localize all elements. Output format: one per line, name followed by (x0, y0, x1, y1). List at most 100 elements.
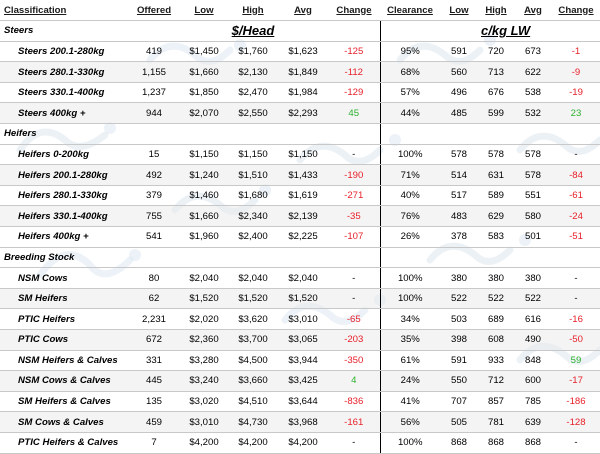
table-row: PTIC Heifers & Calves 7 $4,200 $4,200 $4,200… (0, 432, 600, 454)
cell-avg: $4,200 (278, 432, 328, 454)
col-low-lw: Low (440, 0, 478, 22)
cell-avg2: 639 (514, 411, 552, 433)
cell-high2: 578 (478, 144, 514, 166)
cell-offered: 135 (128, 391, 180, 413)
section-blank-cell (180, 247, 228, 269)
cell-avg2: 600 (514, 370, 552, 392)
cell-avg2: 380 (514, 267, 552, 289)
row-label: NSM Cows (18, 272, 68, 284)
row-label-cell: PTIC Heifers & Calves (0, 432, 128, 454)
cell-high: $2,130 (228, 61, 278, 83)
cell-avg2: 501 (514, 226, 552, 248)
cell-change: -112 (328, 61, 381, 83)
table-row: NSM Heifers & Calves 331 $3,280 $4,500 $3,94… (0, 350, 600, 372)
row-label: Heifers 280.1-330kg (18, 190, 108, 202)
cell-change2: 59 (552, 350, 600, 372)
table-row: Heifers 400kg + 541 $1,960 $2,400 $2,225 -107… (0, 226, 600, 248)
cell-avg: $3,644 (278, 391, 328, 413)
row-label: Heifers 330.1-400kg (18, 210, 108, 222)
cell-high2: 713 (478, 61, 514, 83)
section-title: Steers (0, 20, 128, 42)
section-blank-cell (380, 247, 440, 269)
cell-clearance: 41% (380, 391, 440, 413)
col-high: High (228, 0, 278, 22)
cell-low2: 485 (440, 102, 478, 125)
row-label-cell: Heifers 0-200kg (0, 144, 128, 166)
section-blank-cell (128, 123, 180, 145)
cell-avg2: 490 (514, 329, 552, 351)
cell-high: $4,730 (228, 411, 278, 433)
cell-avg2: 785 (514, 391, 552, 413)
section-blank-cell (278, 247, 328, 269)
cell-high2: 933 (478, 350, 514, 372)
cell-change: -65 (328, 308, 381, 330)
table-row: SM Heifers & Calves 135 $3,020 $4,510 $3,644… (0, 391, 600, 413)
row-label-cell: Steers 280.1-330kg (0, 61, 128, 83)
col-offered: Offered (128, 0, 180, 22)
cell-change: -125 (328, 41, 381, 63)
cell-low: $1,240 (180, 164, 228, 186)
cell-high2: 720 (478, 41, 514, 63)
cell-offered: 1,237 (128, 82, 180, 104)
cell-change2: - (552, 432, 600, 454)
section-blank-cell (278, 123, 328, 145)
cell-high2: 689 (478, 308, 514, 330)
table-row: PTIC Cows 672 $2,360 $3,700 $3,065 -203 35% 398… (0, 329, 600, 351)
cell-clearance: 35% (380, 329, 440, 351)
cell-avg2: 848 (514, 350, 552, 372)
cell-clearance: 26% (380, 226, 440, 248)
cell-avg2: 673 (514, 41, 552, 63)
cell-offered: 419 (128, 41, 180, 63)
section-blank-cell: c/kg LW (478, 20, 530, 42)
cell-high: $4,500 (228, 350, 278, 372)
table-row: Steers 200.1-280kg 419 $1,450 $1,760 $1,623-… (0, 41, 600, 63)
cell-low2: 550 (440, 370, 478, 392)
row-label-cell: NSM Cows (0, 267, 128, 289)
section-blank-cell (552, 247, 600, 269)
section-row: Steers $/Head c/kg LW (0, 20, 600, 42)
cell-clearance: 100% (380, 267, 440, 289)
section-blank-cell (478, 123, 514, 145)
cell-low2: 560 (440, 61, 478, 83)
cell-offered: 492 (128, 164, 180, 186)
col-low: Low (180, 0, 228, 22)
cell-avg: $3,065 (278, 329, 328, 351)
row-label: Steers 330.1-400kg (18, 87, 105, 99)
row-label: NSM Cows & Calves (18, 375, 111, 387)
cell-clearance: 56% (380, 411, 440, 433)
section-blank-cell (380, 20, 440, 42)
cell-avg: $1,433 (278, 164, 328, 186)
table-row: NSM Cows & Calves 445 $3,240 $3,660 $3,425 4 2… (0, 370, 600, 392)
cell-avg2: 868 (514, 432, 552, 454)
cell-change2: -51 (552, 226, 600, 248)
cell-low2: 514 (440, 164, 478, 186)
row-label: Heifers 200.1-280kg (18, 169, 108, 181)
cell-change: -190 (328, 164, 381, 186)
cell-clearance: 95% (380, 41, 440, 63)
table-row: Steers 400kg + 944 $2,070 $2,550 $2,293 45 44%… (0, 102, 600, 125)
table-row: Steers 280.1-330kg 1,155 $1,660 $2,130 $1,84… (0, 61, 600, 83)
col-clearance: Clearance (380, 0, 440, 22)
cell-change2: -19 (552, 82, 600, 104)
cell-low2: 707 (440, 391, 478, 413)
cell-avg: $2,293 (278, 102, 328, 125)
cell-offered: 445 (128, 370, 180, 392)
section-blank-cell (278, 20, 328, 42)
cell-clearance: 100% (380, 432, 440, 454)
section-blank-cell: $/Head (228, 20, 278, 42)
cell-offered: 62 (128, 288, 180, 310)
cell-change: -161 (328, 411, 381, 433)
cell-offered: 672 (128, 329, 180, 351)
cell-high: $2,550 (228, 102, 278, 125)
row-label: SM Heifers & Calves (18, 396, 111, 408)
cell-low2: 380 (440, 267, 478, 289)
section-row: Breeding Stock (0, 247, 600, 269)
cell-change: -129 (328, 82, 381, 104)
cell-change: - (328, 267, 381, 289)
cell-change: - (328, 288, 381, 310)
cell-clearance: 44% (380, 102, 440, 125)
cell-low: $2,040 (180, 267, 228, 289)
cell-high: $1,520 (228, 288, 278, 310)
cell-high: $4,200 (228, 432, 278, 454)
cell-avg: $2,040 (278, 267, 328, 289)
